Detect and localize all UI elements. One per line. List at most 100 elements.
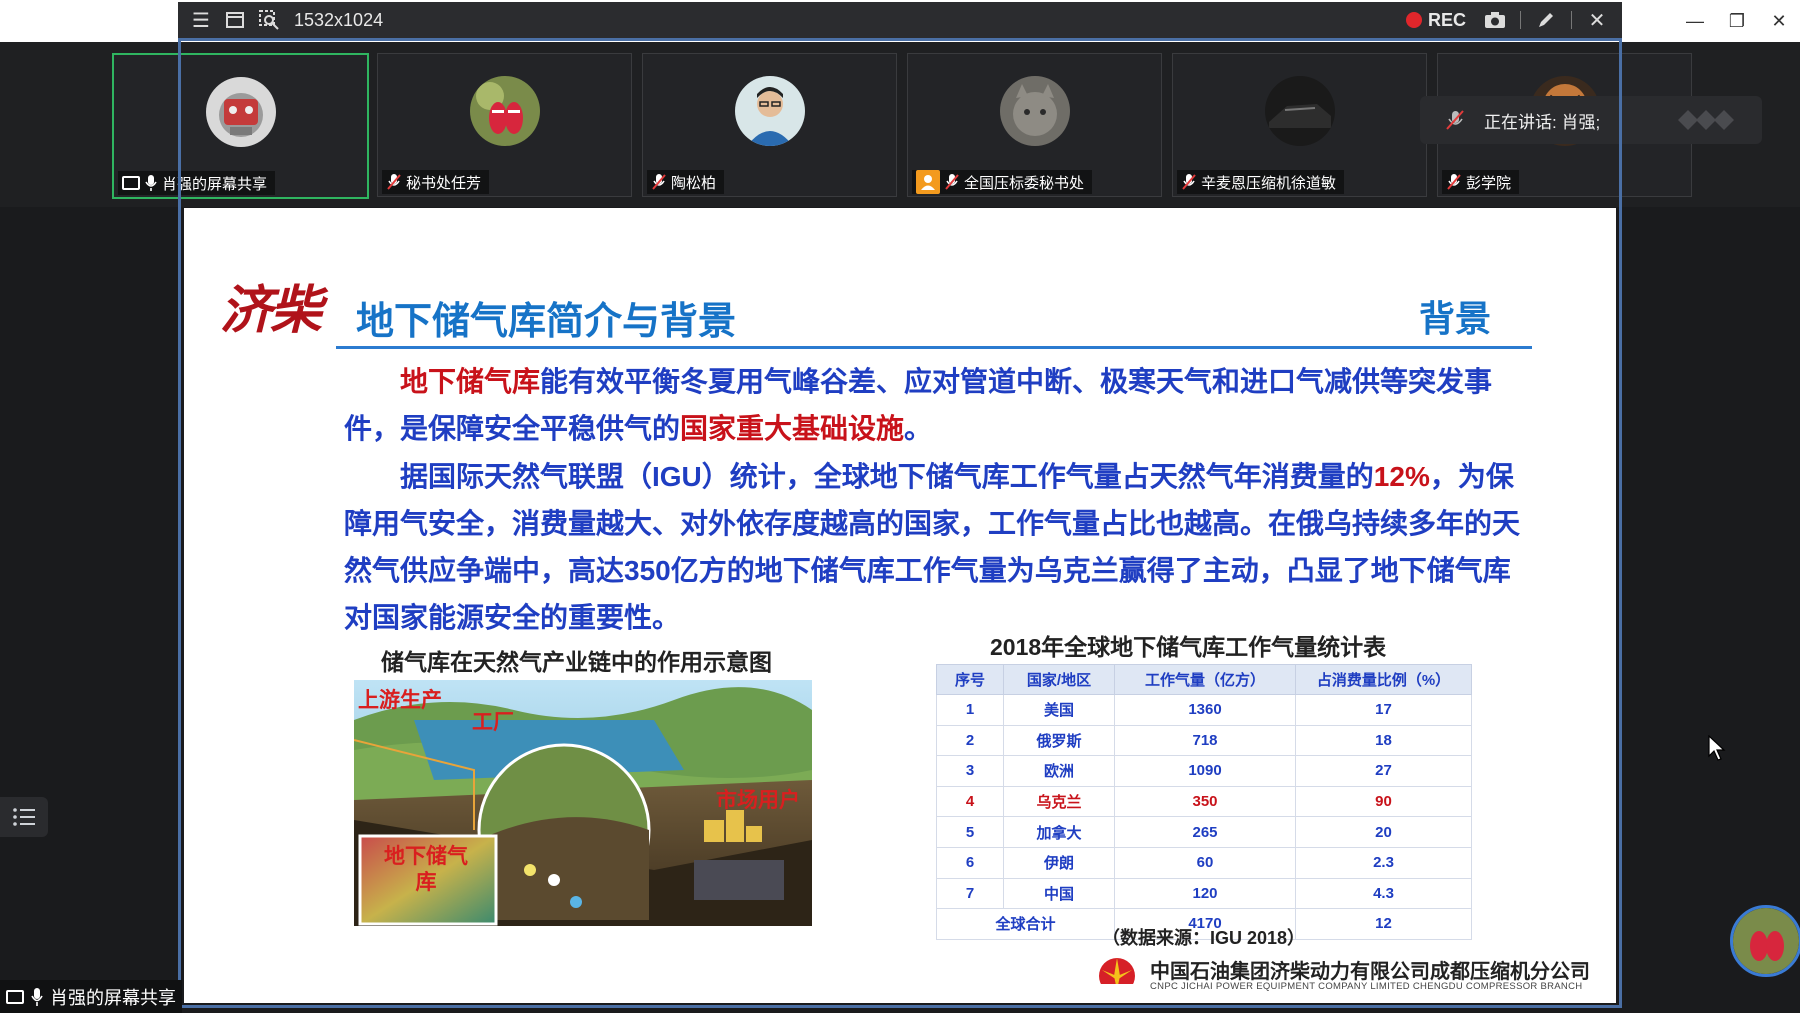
cell: 1 [936, 694, 1004, 726]
cell: 265 [1114, 816, 1296, 848]
gas-chain-illustration: 上游生产 工厂 市场用户 地下储气库 [354, 680, 812, 926]
cell: 3 [936, 755, 1004, 787]
window-controls: — ❐ ✕ [1674, 0, 1800, 42]
participant-label: 全国压标委秘书处 [912, 170, 1093, 194]
mic-muted-icon [945, 174, 959, 190]
cell: 350 [1114, 785, 1296, 818]
close-share-icon[interactable]: ✕ [1586, 9, 1608, 32]
participant-tile[interactable]: 陶松柏 [642, 53, 897, 197]
cat-avatar [999, 76, 1070, 146]
storage-stats-table: 序号 国家/地区 工作气量（亿方） 占消费量比例（%） 1 美国 1360 17 2俄… [936, 664, 1472, 940]
participant-name: 辛麦恩压缩机徐道敏 [1201, 174, 1337, 192]
close-window-icon[interactable]: ✕ [1758, 0, 1800, 42]
cell: 6 [936, 846, 1004, 879]
cell: 20 [1295, 816, 1472, 848]
cell: 1090 [1114, 755, 1296, 787]
mic-icon [145, 175, 157, 191]
table-row: 5 加拿大 265 20 [936, 816, 1472, 848]
participant-name: 肖强的屏幕共享 [162, 175, 268, 193]
cell: 加拿大 [1003, 816, 1115, 848]
toolbar-divider [1571, 11, 1572, 29]
rec-label[interactable]: REC [1428, 10, 1466, 31]
company-logo-text: 济柴 [220, 280, 322, 341]
title-underline [336, 346, 1532, 349]
label-factory: 工厂 [472, 711, 514, 734]
zoom-region-icon[interactable] [258, 9, 280, 31]
paragraph-igu: 据国际天然气联盟（IGU）统计，全球地下储气库工作气量占天然气年消费量的12%，… [344, 453, 1534, 641]
mic-muted-icon [1446, 110, 1464, 130]
resolution-label: 1532x1024 [294, 9, 384, 30]
mouse-cursor-icon [1708, 735, 1726, 761]
cell: 17 [1295, 694, 1472, 726]
cell: 18 [1295, 724, 1472, 757]
para2-text-a: 据国际天然气联盟（IGU）统计，全球地下储气库工作气量占天然气年消费量的 [400, 461, 1374, 492]
participant-label: 陶松柏 [647, 170, 725, 194]
restore-icon[interactable]: ❐ [1716, 0, 1758, 42]
menu-icon[interactable]: ☰ [190, 9, 212, 32]
paragraph-intro: 地下储气库能有效平衡冬夏用气峰谷差、应对管道中断、极寒天气和进口气减供等突发事件… [344, 358, 1534, 452]
shoes-avatar [469, 76, 540, 146]
participant-tile[interactable]: 秘书处任芳 [377, 53, 632, 197]
cell: 1360 [1114, 694, 1296, 726]
shared-slide: 济柴 地下储气库简介与背景 背景 地下储气库能有效平衡冬夏用气峰谷差、应对管道中… [184, 208, 1616, 1003]
cnpc-logo-icon [1099, 958, 1135, 994]
col-header: 序号 [936, 664, 1004, 695]
footer-company-en: CNPC JICHAI POWER EQUIPMENT COMPANY LIMI… [1150, 981, 1583, 992]
toolbar-divider [1520, 11, 1521, 29]
mic-icon [31, 987, 43, 1006]
table-row-highlighted: 4 乌克兰 350 90 [936, 785, 1472, 818]
record-icon[interactable] [1405, 12, 1422, 28]
participant-label: 秘书处任芳 [382, 170, 490, 194]
cell: 全球合计 [936, 908, 1115, 940]
col-header: 占消费量比例（%） [1295, 664, 1472, 695]
participant-name: 秘书处任芳 [406, 174, 482, 192]
para1-keyword-2: 国家重大基础设施 [680, 413, 905, 444]
label-upstream: 上游生产 [358, 689, 442, 712]
cell: 伊朗 [1003, 846, 1115, 879]
participant-label: 辛麦恩压缩机徐道敏 [1177, 170, 1345, 194]
col-header: 工作气量（亿方） [1114, 664, 1296, 695]
para1-keyword: 地下储气库 [400, 366, 541, 397]
table-row: 2 俄罗斯 718 18 [936, 724, 1472, 757]
label-storage: 地下储气库 [384, 845, 468, 894]
speaking-label: 正在讲话: 肖强; [1484, 112, 1601, 132]
cell: 中国 [1003, 877, 1115, 910]
cell: 美国 [1003, 694, 1115, 726]
table-row: 1 美国 1360 17 [936, 694, 1472, 726]
cell: 俄罗斯 [1003, 724, 1115, 757]
participant-label: 彭学院 [1442, 170, 1520, 194]
pen-icon[interactable] [1535, 9, 1557, 31]
main-share-label: 肖强的屏幕共享 [0, 980, 182, 1013]
self-view-avatar[interactable] [1730, 905, 1800, 977]
share-owner-label: 肖强的屏幕共享 [50, 987, 176, 1008]
toolbar-right: REC ✕ [1405, 2, 1608, 38]
table-row: 6 伊朗 60 2.3 [936, 846, 1472, 879]
participant-tile[interactable]: 肖强的屏幕共享 [112, 53, 369, 199]
col-header: 国家/地区 [1003, 664, 1115, 695]
share-toolbar: ☰ 1532x1024 REC ✕ [178, 2, 1622, 38]
cell: 90 [1295, 785, 1472, 818]
participant-tile[interactable]: 全国压标委秘书处 [907, 53, 1162, 197]
illustration-caption: 储气库在天然气产业链中的作用示意图 [381, 649, 772, 675]
window-icon[interactable] [224, 9, 246, 31]
camera-icon[interactable] [1484, 9, 1506, 31]
cell: 718 [1114, 724, 1296, 757]
cell: 欧洲 [1003, 755, 1115, 787]
list-menu-button[interactable] [0, 797, 48, 837]
table-row: 3 欧洲 1090 27 [936, 755, 1472, 787]
slide-section-tag: 背景 [1418, 298, 1491, 339]
table-row: 7 中国 120 4.3 [936, 877, 1472, 910]
mic-muted-icon [1182, 174, 1196, 190]
minimize-icon[interactable]: — [1674, 0, 1716, 42]
user-icon [916, 170, 940, 194]
participant-name: 陶松柏 [671, 174, 717, 192]
participant-tile[interactable]: 辛麦恩压缩机徐道敏 [1172, 53, 1427, 197]
mic-muted-icon [1447, 174, 1461, 190]
cell: 5 [936, 816, 1004, 848]
cell: 12 [1295, 908, 1472, 940]
label-market: 市场用户 [716, 789, 800, 812]
data-source: （数据来源：IGU 2018） [1102, 928, 1306, 948]
robot-avatar [205, 77, 276, 147]
para2-percent: 12% [1373, 461, 1430, 492]
table-title: 2018年全球地下储气库工作气量统计表 [990, 634, 1387, 660]
